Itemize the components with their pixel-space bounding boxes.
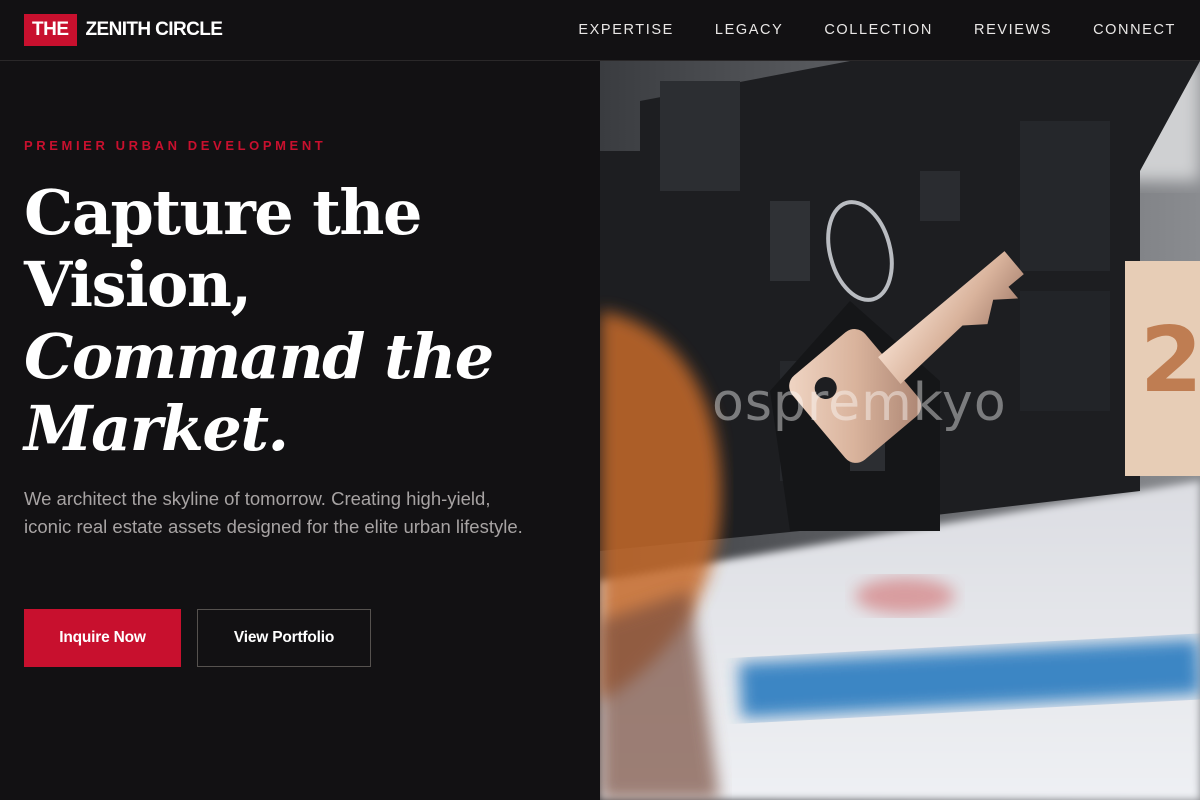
- house-window-2: [770, 201, 810, 281]
- red-blur-mark: [855, 578, 955, 614]
- nav-item-collection[interactable]: COLLECTION: [824, 22, 933, 38]
- view-portfolio-button[interactable]: View Portfolio: [197, 609, 371, 667]
- headline-line-3: Command the: [24, 320, 494, 393]
- site-header: THE ZENITH CIRCLE EXPERTISE LEGACY COLLE…: [0, 0, 1200, 61]
- headline-line-1: Capture the: [24, 176, 422, 249]
- inquire-now-button[interactable]: Inquire Now: [24, 609, 181, 667]
- nav-item-legacy[interactable]: LEGACY: [715, 22, 783, 38]
- hero-image: 2 ospremkyo: [600, 61, 1200, 800]
- hero-headline: Capture the Vision, Command the Market.: [24, 177, 584, 465]
- house-window-1: [660, 81, 740, 191]
- nav-item-connect[interactable]: CONNECT: [1093, 22, 1176, 38]
- headline-line-4: Market.: [24, 392, 289, 465]
- hero-content: PREMIER URBAN DEVELOPMENT Capture the Vi…: [0, 61, 600, 800]
- brand-mark: THE: [24, 14, 77, 46]
- house-window-3: [920, 171, 960, 221]
- house-window-5: [1020, 291, 1110, 411]
- hero-eyebrow: PREMIER URBAN DEVELOPMENT: [24, 138, 327, 153]
- house-window-4: [1020, 121, 1110, 271]
- brand-name: ZENITH CIRCLE: [85, 19, 223, 40]
- hero-subcopy: We architect the skyline of tomorrow. Cr…: [24, 488, 523, 537]
- banknote-numeral: 2: [1140, 308, 1200, 413]
- brand-logo[interactable]: THE ZENITH CIRCLE: [24, 14, 223, 46]
- headline-line-2: Vision,: [24, 248, 252, 321]
- main-nav: EXPERTISE LEGACY COLLECTION REVIEWS CONN…: [578, 0, 1176, 60]
- image-watermark: ospremkyo: [712, 373, 1007, 433]
- nav-item-expertise[interactable]: EXPERTISE: [578, 22, 674, 38]
- nav-item-reviews[interactable]: REVIEWS: [974, 22, 1052, 38]
